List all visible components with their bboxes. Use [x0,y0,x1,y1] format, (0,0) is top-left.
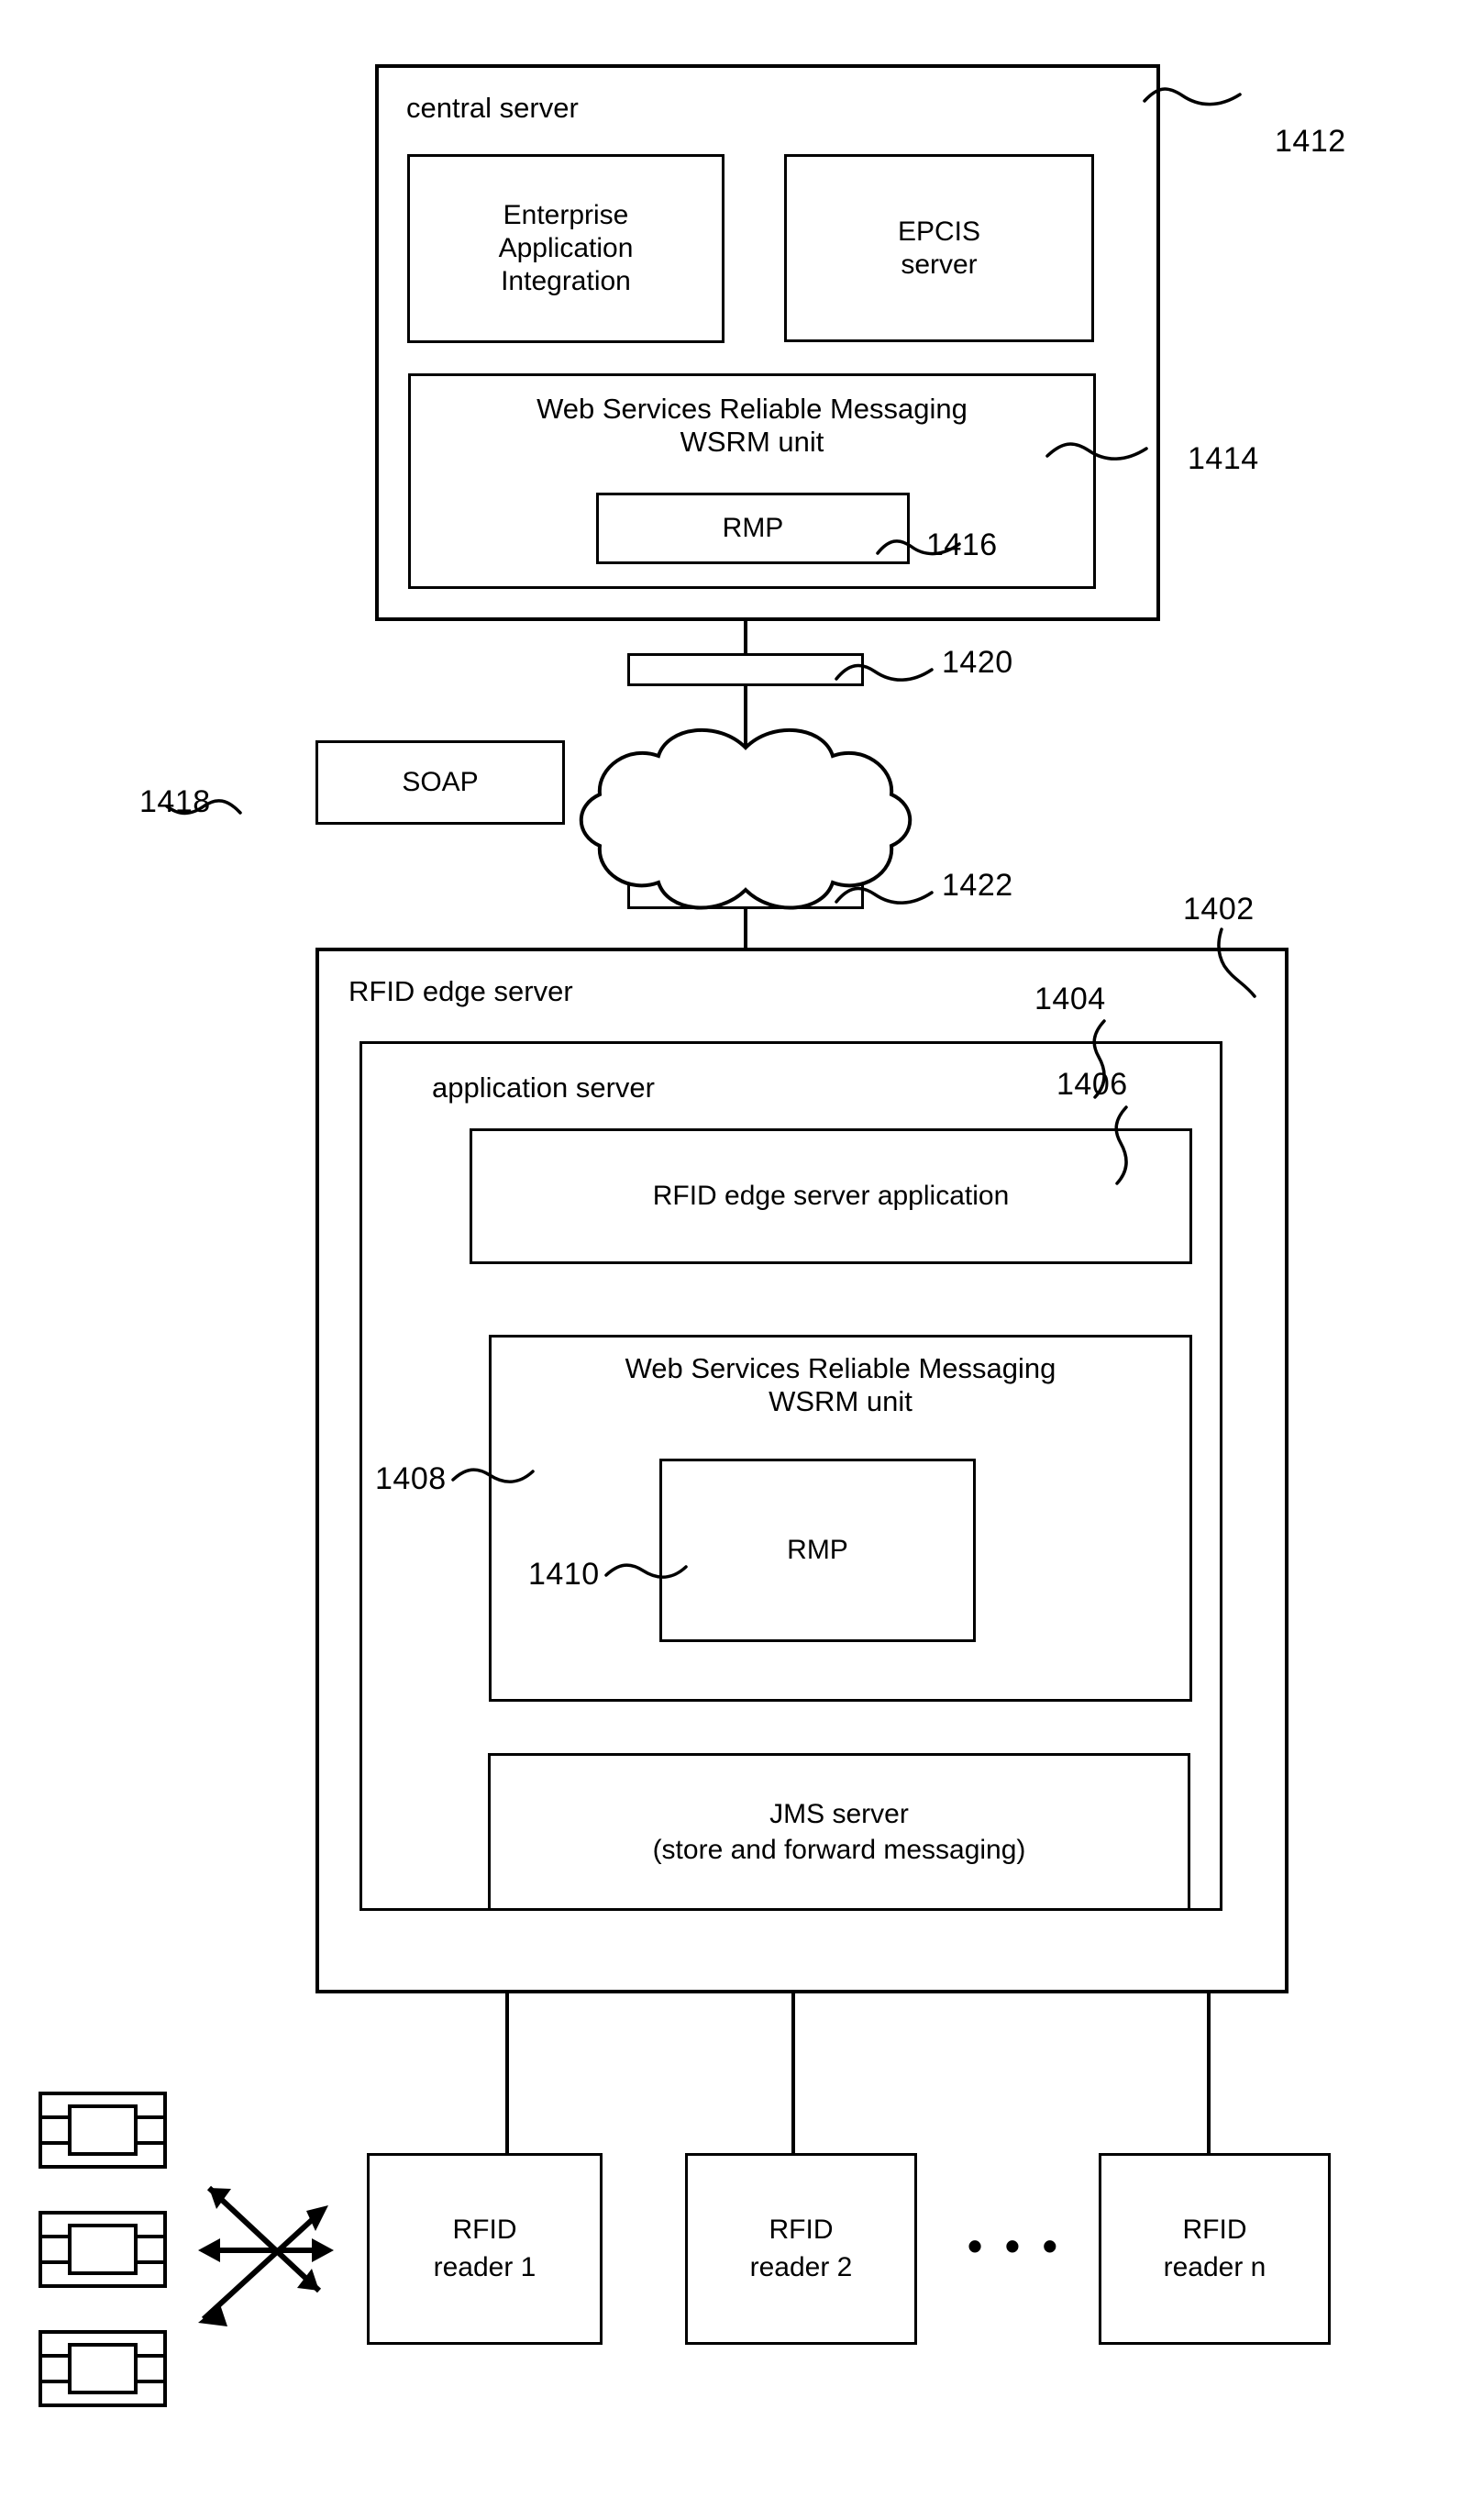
central-wsrm-unit-label: Web Services Reliable Messaging WSRM uni… [536,393,968,458]
edge-wsrm-unit-label: Web Services Reliable Messaging WSRM uni… [625,1352,1056,1417]
rfid-reader-2-label: RFID reader 2 [749,2215,853,2282]
rfid-reader-1-label: RFID reader 1 [433,2215,536,2282]
ref-1408: 1408 [375,1461,447,1496]
network-bar-bottom [627,876,864,909]
ref-1422: 1422 [942,868,1013,903]
jms-server-label: JMS server (store and forward messaging) [652,1799,1026,1865]
figure-canvas: central server Enterprise Application In… [0,0,1460,2520]
rfid-edge-server-application-label: RFID edge server application [652,1181,1010,1211]
ref-1418: 1418 [139,784,211,819]
ref-1414: 1414 [1188,441,1259,476]
tag-arrow-2 [198,2238,334,2262]
rfid-tag-2 [39,2211,167,2288]
soap-label: SOAP [402,767,479,797]
application-server-title: application server [432,1071,655,1104]
enterprise-application-integration-label: Enterprise Application Integration [498,200,634,296]
epcis-server-label: EPCIS server [897,216,981,280]
network-bar-top [627,653,864,686]
ref-1410: 1410 [528,1557,600,1592]
tag-arrow-1 [206,2185,322,2293]
reader-ellipsis: • • • [968,2222,1063,2270]
ref-1416: 1416 [926,527,998,562]
central-server-title: central server [406,92,579,124]
rfid-reader-n-label: RFID reader n [1163,2215,1266,2282]
rfid-edge-server-title: RFID edge server [348,975,573,1007]
ref-1420: 1420 [942,645,1013,680]
ref-1412: 1412 [1275,124,1346,159]
ref-1406: 1406 [1056,1067,1128,1102]
central-rmp-label: RMP [722,513,784,543]
rfid-tag-1 [39,2092,167,2169]
ref-1404: 1404 [1034,982,1106,1016]
tag-arrow-3 [198,2205,328,2326]
edge-rmp-label: RMP [787,1535,848,1565]
ref-1402: 1402 [1183,892,1255,927]
rfid-tag-3 [39,2330,167,2407]
